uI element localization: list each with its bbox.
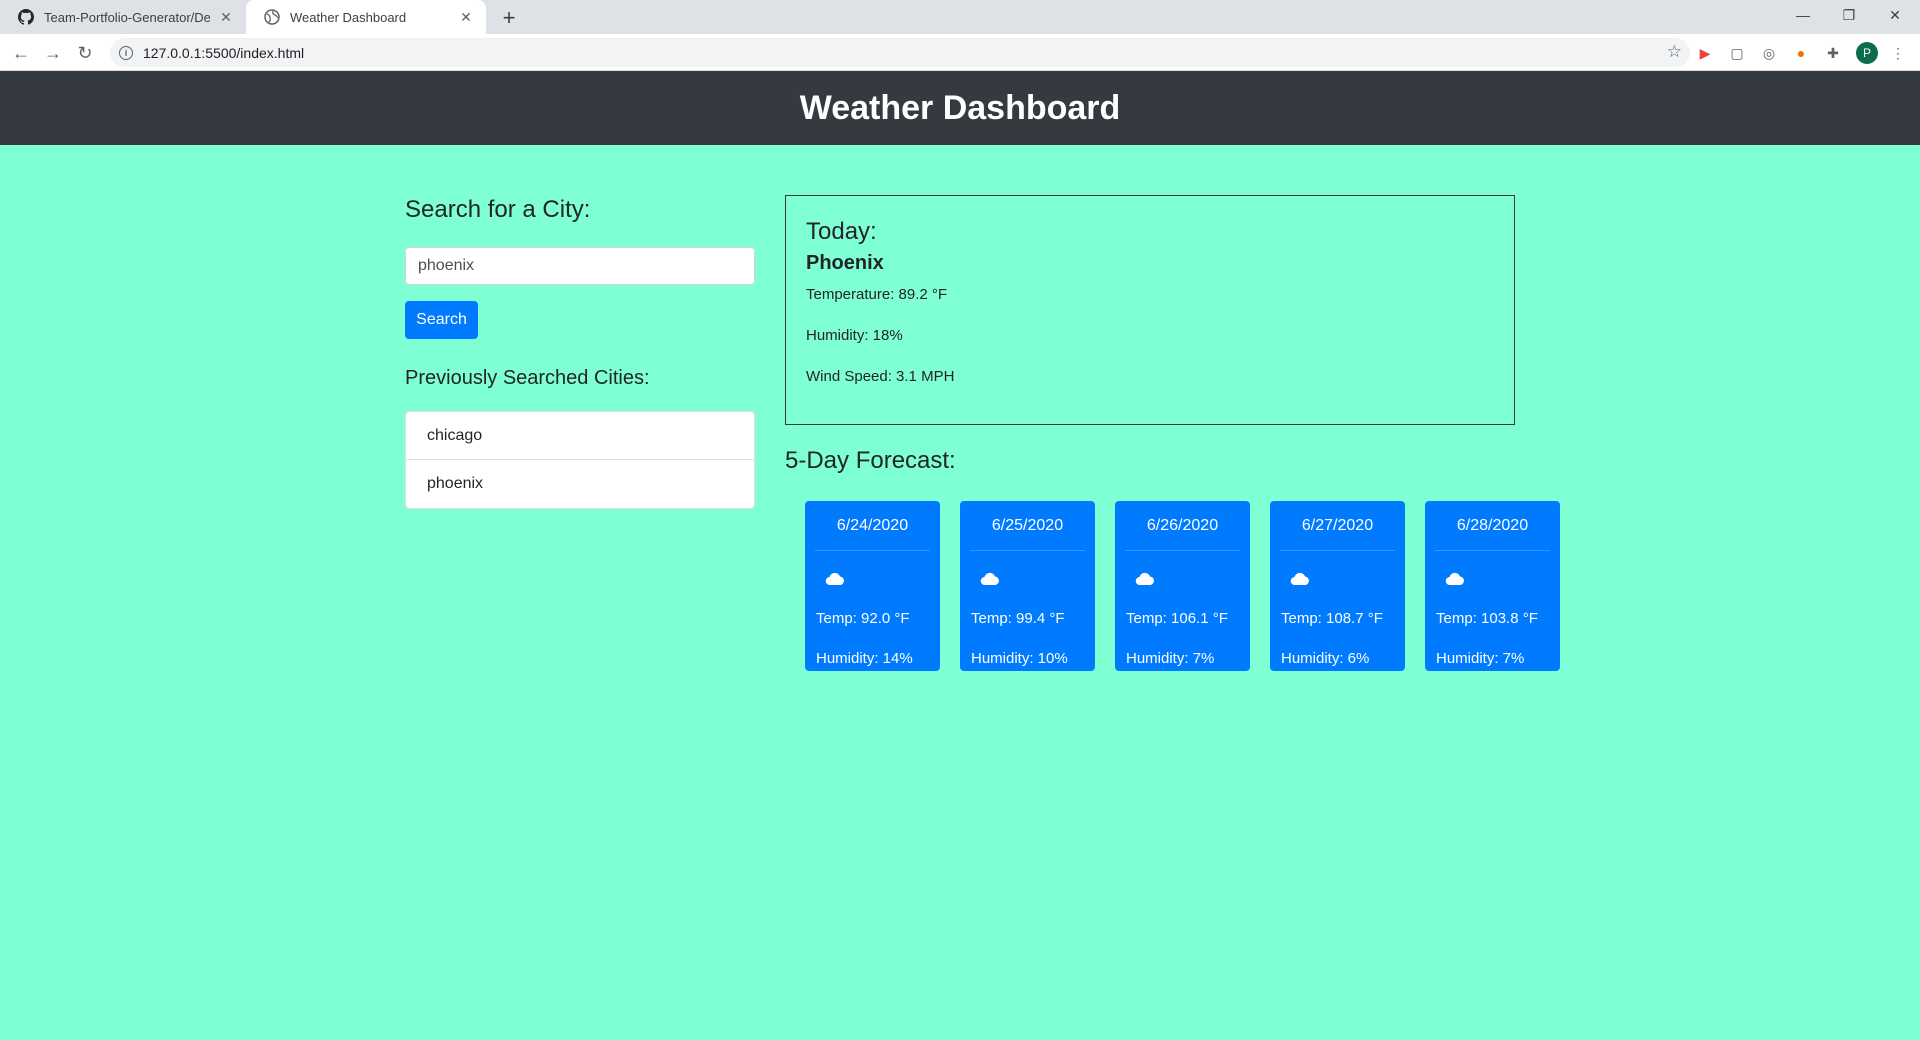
forecast-temp: Temp: 108.7 °F [1281,610,1383,627]
today-humidity: Humidity: 18% [806,327,903,344]
forecast-humidity: Humidity: 7% [1436,650,1525,667]
today-weather-card: Today: Phoenix Temperature: 89.2 °F Humi… [785,195,1515,425]
forecast-card: 6/26/2020 Temp: 106.1 °F Humidity: 7% [1115,501,1250,671]
avatar[interactable]: P [1856,42,1878,64]
forecast-temp: Temp: 92.0 °F [816,610,910,627]
forecast-card: 6/27/2020 Temp: 108.7 °F Humidity: 6% [1270,501,1405,671]
browser-toolbar: ← → ↻ i 127.0.0.1:5500/index.html ☆ ▶ ▢ … [0,34,1920,71]
previous-cities-heading: Previously Searched Cities: [405,367,650,389]
forecast-date: 6/24/2020 [815,517,930,551]
search-input[interactable] [405,247,755,285]
globe-icon [264,9,280,25]
extension-icon[interactable]: ◎ [1759,43,1779,63]
forecast-heading: 5-Day Forecast: [785,447,956,474]
menu-kebab-icon[interactable]: ⋮ [1888,43,1908,63]
back-arrow-icon[interactable]: ← [8,40,34,66]
search-button[interactable]: Search [405,301,478,339]
close-icon[interactable]: ✕ [456,7,476,27]
github-icon [18,9,34,25]
new-tab-plus-icon[interactable]: + [496,5,522,31]
url-text: 127.0.0.1:5500/index.html [143,44,305,61]
reload-icon[interactable]: ↻ [72,40,98,66]
forecast-humidity: Humidity: 10% [971,650,1068,667]
forecast-temp: Temp: 103.8 °F [1436,610,1538,627]
forecast-date: 6/28/2020 [1435,517,1550,551]
extension-icon[interactable]: ▢ [1727,43,1747,63]
tab-github[interactable]: Team-Portfolio-Generator/Develo ✕ [0,0,246,34]
window-close-icon[interactable]: ✕ [1872,0,1918,30]
close-icon[interactable]: ✕ [216,7,236,27]
today-wind-speed: Wind Speed: 3.1 MPH [806,368,955,385]
forecast-date: 6/26/2020 [1125,517,1240,551]
list-item[interactable]: chicago [406,412,754,460]
extension-icon[interactable]: ▶ [1695,43,1715,63]
page-title: Weather Dashboard [799,88,1121,127]
forecast-temp: Temp: 99.4 °F [971,610,1065,627]
tab-label: Team-Portfolio-Generator/Develo [44,9,210,25]
forecast-temp: Temp: 106.1 °F [1126,610,1228,627]
tab-weather-dashboard[interactable]: Weather Dashboard ✕ [246,0,486,34]
forecast-humidity: Humidity: 6% [1281,650,1370,667]
forecast-date: 6/25/2020 [970,517,1085,551]
cloud-icon [1290,572,1309,585]
forecast-humidity: Humidity: 7% [1126,650,1215,667]
list-item[interactable]: phoenix [406,460,754,508]
forecast-card: 6/28/2020 Temp: 103.8 °F Humidity: 7% [1425,501,1560,671]
bookmark-star-icon[interactable]: ☆ [1667,42,1682,62]
forward-arrow-icon[interactable]: → [40,40,66,66]
forecast-row: 6/24/2020 Temp: 92.0 °F Humidity: 14% 6/… [805,501,1565,671]
today-temperature: Temperature: 89.2 °F [806,286,948,303]
info-icon[interactable]: i [119,45,133,60]
tab-label: Weather Dashboard [290,9,407,25]
cloud-icon [825,572,844,585]
search-heading: Search for a City: [405,196,591,223]
cloud-icon [980,572,999,585]
browser-tab-bar: Team-Portfolio-Generator/Develo ✕ Weathe… [0,0,1920,34]
forecast-humidity: Humidity: 14% [816,650,913,667]
minimize-icon[interactable]: — [1780,0,1826,30]
forecast-card: 6/25/2020 Temp: 99.4 °F Humidity: 10% [960,501,1095,671]
page-header: Weather Dashboard [0,71,1920,145]
puzzle-extensions-icon[interactable]: ✚ [1823,43,1843,63]
forecast-date: 6/27/2020 [1280,517,1395,551]
cloud-icon [1135,572,1154,585]
today-heading: Today: [806,218,877,245]
forecast-card: 6/24/2020 Temp: 92.0 °F Humidity: 14% [805,501,940,671]
restore-icon[interactable]: ❐ [1826,0,1872,30]
cloud-icon [1445,572,1464,585]
today-city-name: Phoenix [806,252,884,274]
previous-cities-list: chicago phoenix [405,411,755,509]
address-bar[interactable]: i 127.0.0.1:5500/index.html ☆ [110,38,1690,67]
extension-icon[interactable]: ● [1791,43,1811,63]
